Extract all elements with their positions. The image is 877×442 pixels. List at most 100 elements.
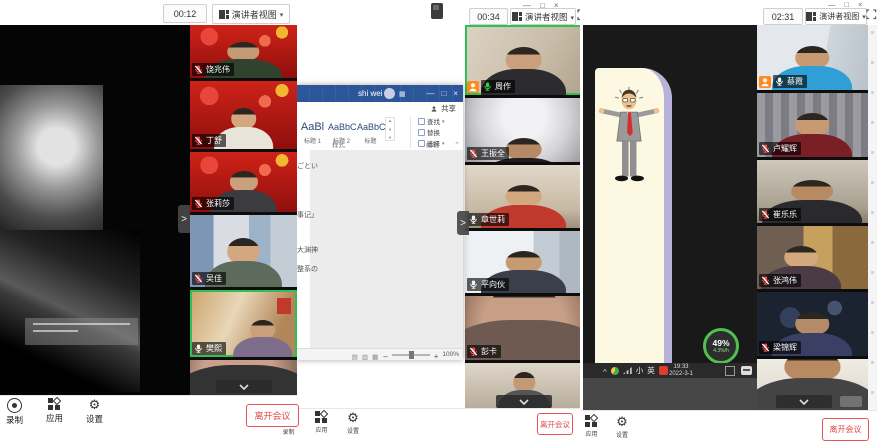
participant-scrollbar[interactable] [868,25,877,410]
participant-video [233,320,292,357]
leave-meeting-button[interactable]: 离开会议 [246,404,299,427]
taskbar: 小 英 19:33 2022-3-1 [583,363,757,378]
styles-scroll-buttons[interactable]: ▲▼▼ [385,117,395,141]
notification-icon[interactable] [741,366,752,375]
video-caption-overlay [25,318,138,345]
doc-text-fragment: 大渊神 [297,245,318,255]
account-avatar[interactable] [384,88,395,99]
participant-name-label: 张莉莎 [192,197,234,210]
tray-right-icons [725,363,752,378]
apps-grid-icon [315,411,328,424]
red-tray-icon[interactable] [659,366,668,375]
apps-button[interactable]: 应用 [46,398,63,424]
presentation-slide [595,68,672,363]
next-page-arrow[interactable]: > [457,211,469,235]
apps-button[interactable]: 应用 [585,415,598,438]
next-videos-arrow[interactable]: > [178,205,190,233]
select-icon [418,140,425,147]
share-button[interactable]: 共享 [441,103,456,114]
settings-button[interactable]: 设置 [86,398,103,425]
shared-screen: 49% 4.3%/h 小 英 19:33 2022-3-1 [583,25,757,410]
chevron-down-icon [799,399,809,405]
style-title[interactable]: AaBbC 标题 [357,117,384,145]
participant-tile[interactable]: 饶兆伟 [190,25,297,78]
ribbon-display-icon[interactable]: ▦ [399,90,406,98]
participant-tile[interactable]: 彭卡 [465,296,583,360]
participant-tile[interactable]: 崔乐乐 [757,160,868,223]
participant-tile[interactable]: 王振全 [465,98,583,162]
participant-name-label: 卢耀辉 [759,142,801,155]
network-signal-icon[interactable] [623,367,632,374]
shared-audience-photo [0,230,140,392]
speaker-view-icon [512,12,522,21]
view-mode-icons[interactable] [352,346,380,364]
maximize-button[interactable]: □ [441,89,446,98]
participant-name-label: 平向伙 [467,278,509,291]
word-window: shi wei ▦ — □ × 共享 AaBl 标题 1 AaBbC 标题 2 [296,85,463,360]
zoom-out-button[interactable] [383,346,387,364]
gear-icon [615,415,629,429]
more-participants-button[interactable] [216,380,272,393]
window-controls: — □ × [426,89,458,98]
meeting-toolbar: 应用 设置 离开会议 [580,410,877,442]
participant-tile[interactable]: 梁锦辉 [757,292,868,356]
mic-muted-icon [194,274,203,283]
battery-widget[interactable]: 49% 4.3%/h [703,328,739,364]
participant-tile-partial[interactable] [465,363,583,410]
participant-tile[interactable]: 丁舒 [190,81,297,149]
participant-tile-partial[interactable] [190,360,297,395]
ime-indicator[interactable]: 英 [647,365,655,376]
zoom-slider[interactable] [392,354,430,356]
apps-grid-icon [585,415,598,428]
participant-tile[interactable]: 蔡霞 [757,25,868,90]
chevron-down-icon [442,140,445,147]
close-button[interactable]: × [453,89,458,98]
record-button[interactable]: 录制 [6,398,23,426]
participant-tile[interactable]: 平向伙 [465,231,583,293]
participant-name-label: 王振全 [467,147,509,160]
replace-button[interactable]: 替换 [418,127,445,137]
zoom-slider-thumb[interactable] [409,351,414,359]
ime-indicator[interactable]: 小 [636,365,644,376]
speaker-view-button[interactable]: 演讲者视图 [805,8,867,25]
tray-square-icon[interactable] [725,366,735,376]
meeting-timer: 00:12 [163,4,207,23]
apps-button[interactable]: 应用 [315,411,328,434]
more-participants-button[interactable] [496,395,552,408]
leave-meeting-button[interactable]: 离开会议 [822,418,869,441]
antivirus-tray-icon[interactable] [611,367,619,375]
participant-tile-partial[interactable] [757,359,868,410]
participant-name-label: 蔡霞 [773,75,807,88]
participant-tile[interactable]: 周作 [465,25,583,95]
floating-tray-icon[interactable] [431,3,443,19]
fullscreen-icon[interactable] [866,9,877,20]
more-participants-button[interactable] [776,395,832,408]
leave-meeting-button[interactable]: 离开会议 [537,413,573,435]
mic-muted-icon [469,347,478,356]
participant-tile[interactable]: 樊熙 [190,290,297,357]
settings-button[interactable]: 设置 [615,415,629,439]
participant-name-label: 章世莉 [467,213,509,226]
participant-tile[interactable]: 卢耀辉 [757,93,868,157]
taskbar-clock[interactable]: 19:33 2022-3-1 [669,364,693,378]
participant-tile[interactable]: 章世莉 [465,165,583,228]
settings-button[interactable]: 设置 [346,411,360,435]
document-area[interactable]: ごとい 事记」 大渊神 整系の [296,150,463,348]
speaker-view-button[interactable]: 演讲者视图 [212,4,290,24]
participant-tile[interactable]: 吴佳 [190,215,297,287]
meeting-window-right: — □ × 02:31 演讲者视图 [580,0,877,442]
participant-name-label: 彭卡 [467,345,501,358]
doc-text-fragment: 事记」 [297,210,318,220]
style-heading1[interactable]: AaBl 标题 1 [299,117,326,145]
tray-expand-icon[interactable] [603,362,607,380]
participant-tile[interactable]: 张莉莎 [190,152,297,212]
collapse-ribbon-icon[interactable] [454,141,460,149]
host-badge-icon [467,81,479,93]
find-button[interactable]: 查找 [418,116,445,126]
meeting-timer: 00:34 [469,8,508,25]
zoom-in-button[interactable] [434,346,439,364]
speaker-view-icon [806,12,816,21]
minimize-button[interactable]: — [426,89,434,98]
participant-tile[interactable]: 张鸿伟 [757,226,868,289]
speaker-view-button[interactable]: 演讲者视图 [510,8,576,25]
